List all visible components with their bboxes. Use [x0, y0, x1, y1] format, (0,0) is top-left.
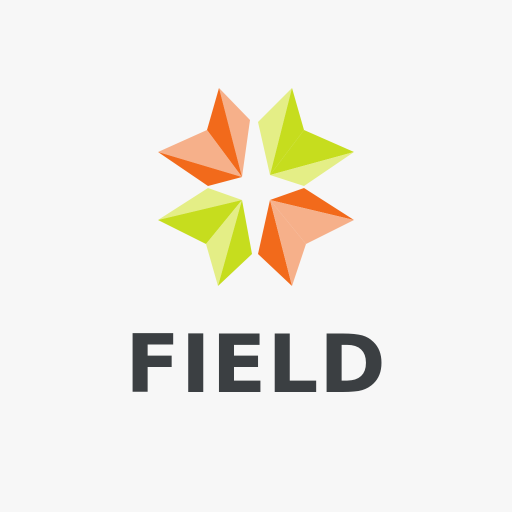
app-logo [0, 0, 512, 512]
field-star-logo-icon [158, 88, 354, 286]
brand-wordmark: FIELD [125, 318, 387, 411]
